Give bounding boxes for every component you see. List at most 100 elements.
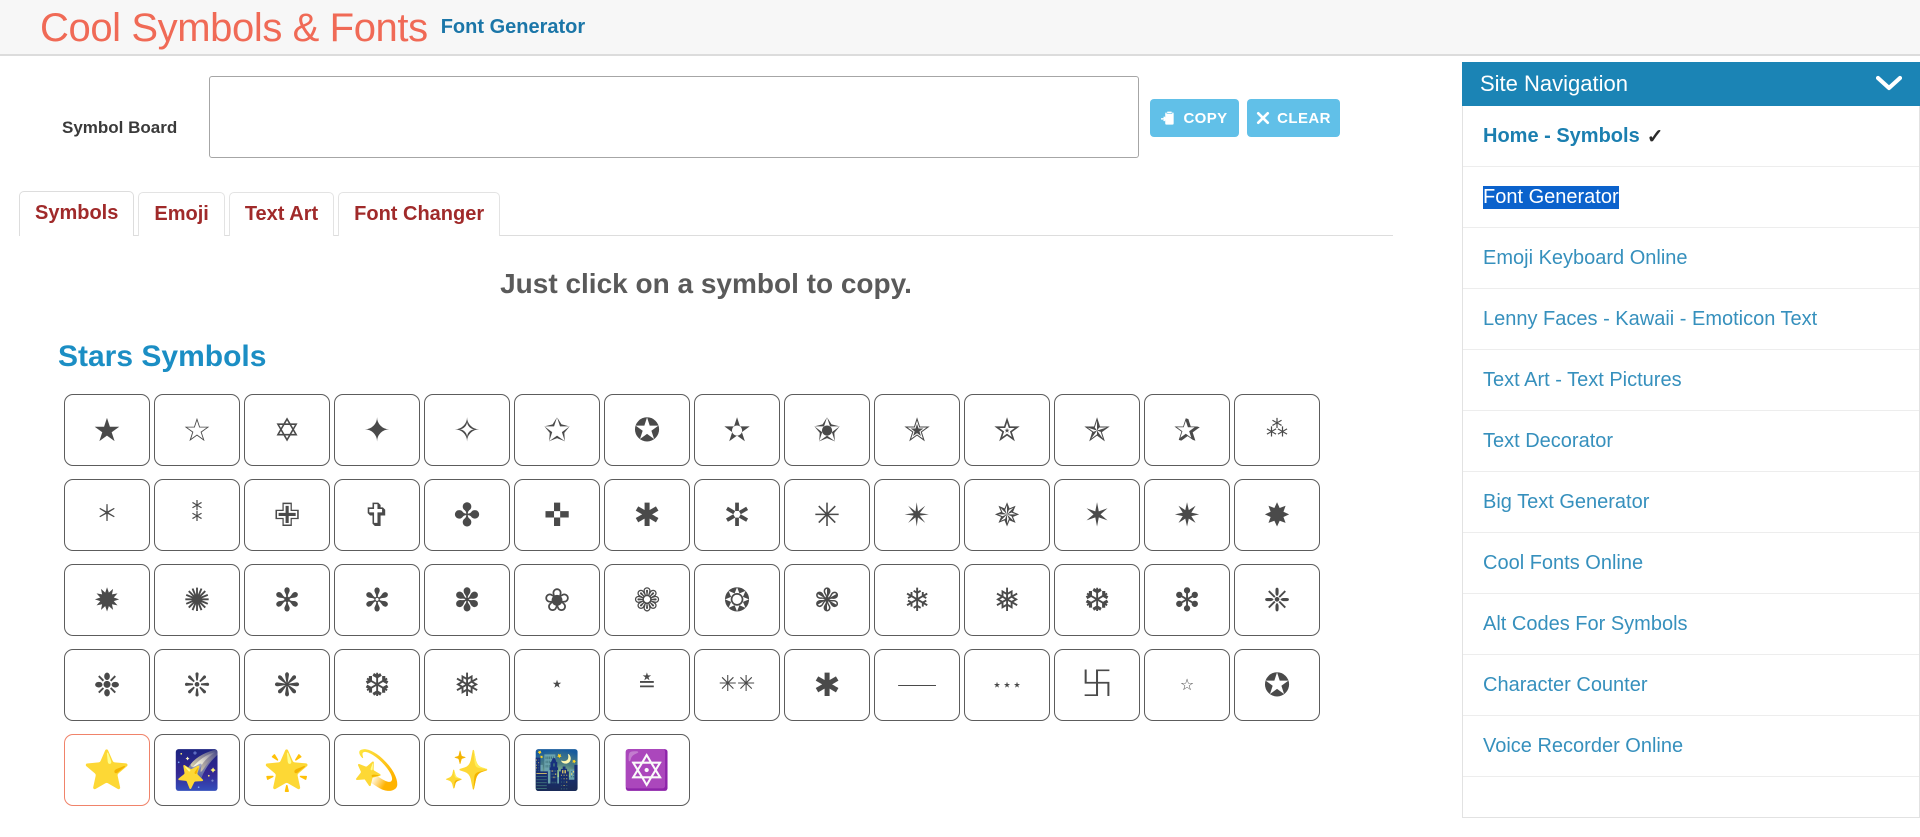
symbol-cell[interactable]: 🌟 (244, 734, 330, 806)
symbol-cell[interactable]: ࿕ (1054, 649, 1140, 721)
symbol-cell[interactable]: ☆ (1144, 649, 1230, 721)
symbol-cell[interactable]: ✼ (334, 564, 420, 636)
symbol-cell[interactable]: ⁑ (154, 479, 240, 551)
symbol-cell[interactable]: ✪ (604, 394, 690, 466)
symbol-board-label: Symbol Board (62, 118, 178, 137)
symbol-cell[interactable]: ✮ (964, 394, 1050, 466)
symbol-cell[interactable]: ✻ (244, 564, 330, 636)
clear-button-label: CLEAR (1277, 109, 1331, 127)
symbol-cell[interactable]: ✧ (424, 394, 510, 466)
symbol-cell[interactable]: ✴ (874, 479, 960, 551)
tab-symbols[interactable]: Symbols (19, 191, 135, 236)
sidebar-item-cool-fonts-online[interactable]: Cool Fonts Online (1463, 533, 1919, 594)
symbol-cell[interactable]: ❈ (1234, 564, 1320, 636)
symbol-cell[interactable]: ✜ (514, 479, 600, 551)
symbol-cell[interactable]: ✶ (1054, 479, 1140, 551)
tab-emoji[interactable]: Emoji (138, 192, 225, 236)
symbol-cell[interactable]: ❊ (154, 649, 240, 721)
symbol-cell[interactable]: ⋆⋆⋆ (964, 649, 1050, 721)
click-hint: Just click on a symbol to copy. (500, 268, 912, 299)
symbol-cell[interactable]: ❆ (334, 649, 420, 721)
symbol-cell[interactable]: ⭐ (64, 734, 150, 806)
symbol-cell[interactable]: ✯ (1054, 394, 1140, 466)
sidebar-item-font-generator[interactable]: Font Generator (1463, 167, 1919, 228)
site-navigation-list: Home - Symbols ✓ Font Generator Emoji Keybo… (1462, 106, 1920, 818)
symbol-cell[interactable]: ✩ (514, 394, 600, 466)
symbol-cell[interactable]: ❀ (514, 564, 600, 636)
sidebar-item-label: Text Art - Text Pictures (1483, 368, 1682, 391)
site-navigation-header[interactable]: Site Navigation (1462, 62, 1920, 106)
sidebar-item-voice-recorder-online[interactable]: Voice Recorder Online (1463, 716, 1919, 777)
symbol-cell[interactable]: ❄ (874, 564, 960, 636)
clear-button[interactable]: CLEAR (1247, 99, 1340, 137)
symbol-cell[interactable]: 🌠 (154, 734, 240, 806)
symbol-cell[interactable]: ⁂ (1234, 394, 1320, 466)
symbol-cell[interactable]: ✲ (694, 479, 780, 551)
symbol-cell[interactable]: ✨ (424, 734, 510, 806)
tab-text-art[interactable]: Text Art (228, 192, 335, 236)
symbol-cell[interactable]: ❋ (244, 649, 330, 721)
sidebar-item-text-decorator[interactable]: Text Decorator (1463, 411, 1919, 472)
symbol-cell[interactable]: 💫 (334, 734, 420, 806)
symbol-cell[interactable]: ⸻ (874, 649, 960, 721)
symbol-board-input[interactable] (209, 76, 1139, 158)
symbol-cell[interactable]: ✦ (334, 394, 420, 466)
symbol-cell[interactable]: ★ (64, 394, 150, 466)
symbol-cell[interactable]: ✡ (244, 394, 330, 466)
symbol-cell[interactable]: ✺ (154, 564, 240, 636)
site-navigation-title: Site Navigation (1480, 71, 1628, 96)
sidebar-item-label: Character Counter (1483, 673, 1648, 696)
symbol-cell[interactable]: ✳✳ (694, 649, 780, 721)
symbol-cell[interactable]: ＊ (64, 479, 150, 551)
symbol-cell[interactable]: ⋆ (514, 649, 600, 721)
symbol-cell[interactable]: ✽ (424, 564, 510, 636)
symbol-cell[interactable]: 🔯 (604, 734, 690, 806)
checkmark-icon: ✓ (1646, 125, 1664, 148)
symbol-cell[interactable]: ❅ (964, 564, 1050, 636)
sidebar-item-big-text-generator[interactable]: Big Text Generator (1463, 472, 1919, 533)
symbol-cell[interactable]: ✵ (964, 479, 1050, 551)
symbol-cell[interactable]: ≛ (604, 649, 690, 721)
sidebar-item-emoji-keyboard-online[interactable]: Emoji Keyboard Online (1463, 228, 1919, 289)
sidebar-item-label: Home - Symbols (1483, 124, 1640, 147)
symbol-cell[interactable]: ✤ (424, 479, 510, 551)
sidebar-item-label: Emoji Keyboard Online (1483, 246, 1688, 269)
symbol-cell[interactable]: ✬ (784, 394, 870, 466)
section-title: Stars Symbols (58, 340, 267, 373)
symbol-cell[interactable]: ✫ (694, 394, 780, 466)
symbol-cell[interactable]: ✰ (1144, 394, 1230, 466)
symbol-grid: ★ ☆ ✡ ✦ ✧ ✩ ✪ ✫ ✬ ✭ ✮ ✯ ✰ ⁂ ＊ ⁑ ✙ ✞ ✤ ✜ ✱ ✲ ✳ ✴ ✵ ✶ ✷ ✸ ✹ ✺ ✻ ✼ ✽ ❀ ❁ ❂ ❃ ❄ ❅ ❆… (64, 394, 1384, 817)
sidebar-item-text-art-text-pictures[interactable]: Text Art - Text Pictures (1463, 350, 1919, 411)
symbol-cell[interactable]: ❂ (694, 564, 780, 636)
symbol-cell[interactable]: ❆ (1054, 564, 1140, 636)
symbol-cell[interactable]: ✳ (784, 479, 870, 551)
site-header: Cool Symbols & Fonts Font Generator (0, 0, 1920, 56)
symbol-cell[interactable]: ❃ (784, 564, 870, 636)
symbol-cell[interactable]: ✭ (874, 394, 960, 466)
symbol-cell[interactable]: ✹ (64, 564, 150, 636)
symbol-cell[interactable]: ✸ (1234, 479, 1320, 551)
symbol-cell[interactable]: ✪ (1234, 649, 1320, 721)
symbol-cell[interactable]: ☆ (154, 394, 240, 466)
symbol-cell[interactable]: ✱ (784, 649, 870, 721)
symbol-cell[interactable]: ✞ (334, 479, 420, 551)
sidebar-item-home-symbols[interactable]: Home - Symbols ✓ (1463, 106, 1919, 167)
sidebar-item-character-counter[interactable]: Character Counter (1463, 655, 1919, 716)
symbol-cell[interactable]: ❇ (1144, 564, 1230, 636)
tab-font-changer[interactable]: Font Changer (338, 192, 501, 236)
sidebar-item-alt-codes-for-symbols[interactable]: Alt Codes For Symbols (1463, 594, 1919, 655)
symbol-cell[interactable]: ❁ (604, 564, 690, 636)
close-x-icon (1256, 111, 1270, 125)
copy-button[interactable]: COPY (1150, 99, 1239, 137)
symbol-cell[interactable]: ✱ (604, 479, 690, 551)
symbol-cell[interactable]: 🌃 (514, 734, 600, 806)
brand[interactable]: Cool Symbols & Fonts Font Generator (40, 0, 585, 56)
chevron-down-icon[interactable] (1875, 74, 1903, 95)
symbol-cell[interactable]: ✙ (244, 479, 330, 551)
sidebar-item-lenny-faces-kawaii-emoticon-text[interactable]: Lenny Faces - Kawaii - Emoticon Text (1463, 289, 1919, 350)
symbol-cell[interactable]: ❅ (424, 649, 510, 721)
sidebar-item-label: Font Generator (1483, 185, 1619, 209)
symbol-cell[interactable]: ❉ (64, 649, 150, 721)
brand-title: Cool Symbols & Fonts (40, 6, 428, 50)
symbol-cell[interactable]: ✷ (1144, 479, 1230, 551)
